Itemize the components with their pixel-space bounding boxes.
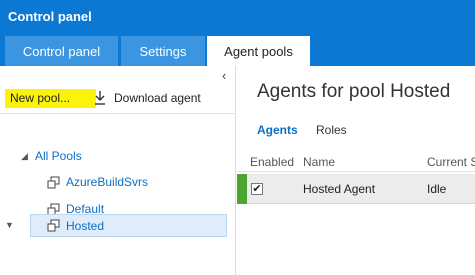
agent-name: Hosted Agent	[303, 182, 376, 196]
subtab-agents[interactable]: Agents	[257, 123, 298, 137]
subtab-roles[interactable]: Roles	[316, 123, 347, 137]
column-header-current-status[interactable]: Current S	[427, 155, 475, 169]
pools-sidebar: ‹ New pool... Download agent ◢ All Pools…	[0, 66, 236, 275]
column-header-name[interactable]: Name	[303, 155, 335, 169]
expand-triangle-icon[interactable]: ▼	[5, 220, 14, 230]
tree-item-label: All Pools	[35, 149, 82, 163]
new-pool-button[interactable]: New pool...	[5, 89, 96, 108]
agent-status-indicator	[237, 174, 247, 204]
column-header-enabled[interactable]: Enabled	[250, 155, 294, 169]
toolbar-divider	[0, 113, 236, 114]
top-bar: Control panel Control panel Settings Age…	[0, 0, 475, 66]
tab-agent-pools[interactable]: Agent pools	[207, 36, 310, 66]
download-icon[interactable]	[93, 89, 107, 107]
agents-panel: Agents for pool Hosted Agents Roles Enab…	[237, 66, 475, 275]
tab-settings[interactable]: Settings	[121, 36, 205, 66]
tree-item-label: AzureBuildSvrs	[66, 175, 149, 189]
download-agent-button[interactable]: Download agent	[114, 91, 201, 105]
chevron-left-icon[interactable]: ‹	[222, 68, 226, 83]
agent-pool-icon	[47, 176, 60, 188]
page-title: Agents for pool Hosted	[257, 81, 451, 102]
tree-item-hosted[interactable]: Hosted	[30, 214, 227, 237]
tree-item-all-pools[interactable]: ◢ All Pools	[0, 145, 236, 167]
tab-control-panel[interactable]: Control panel	[5, 36, 118, 66]
pools-toolbar: New pool... Download agent	[0, 86, 236, 112]
enabled-checkbox[interactable]: ✔	[251, 183, 263, 195]
app-title: Control panel	[8, 9, 92, 24]
tree-item-azurebuildsvrs[interactable]: AzureBuildSvrs	[0, 171, 236, 193]
agent-status: Idle	[427, 182, 447, 196]
table-row[interactable]: ✔ Hosted Agent Idle	[237, 174, 475, 204]
header-divider	[237, 171, 475, 172]
agent-pool-icon	[47, 219, 60, 232]
tree-item-label: Hosted	[66, 218, 105, 233]
collapse-triangle-icon[interactable]: ◢	[21, 151, 28, 162]
